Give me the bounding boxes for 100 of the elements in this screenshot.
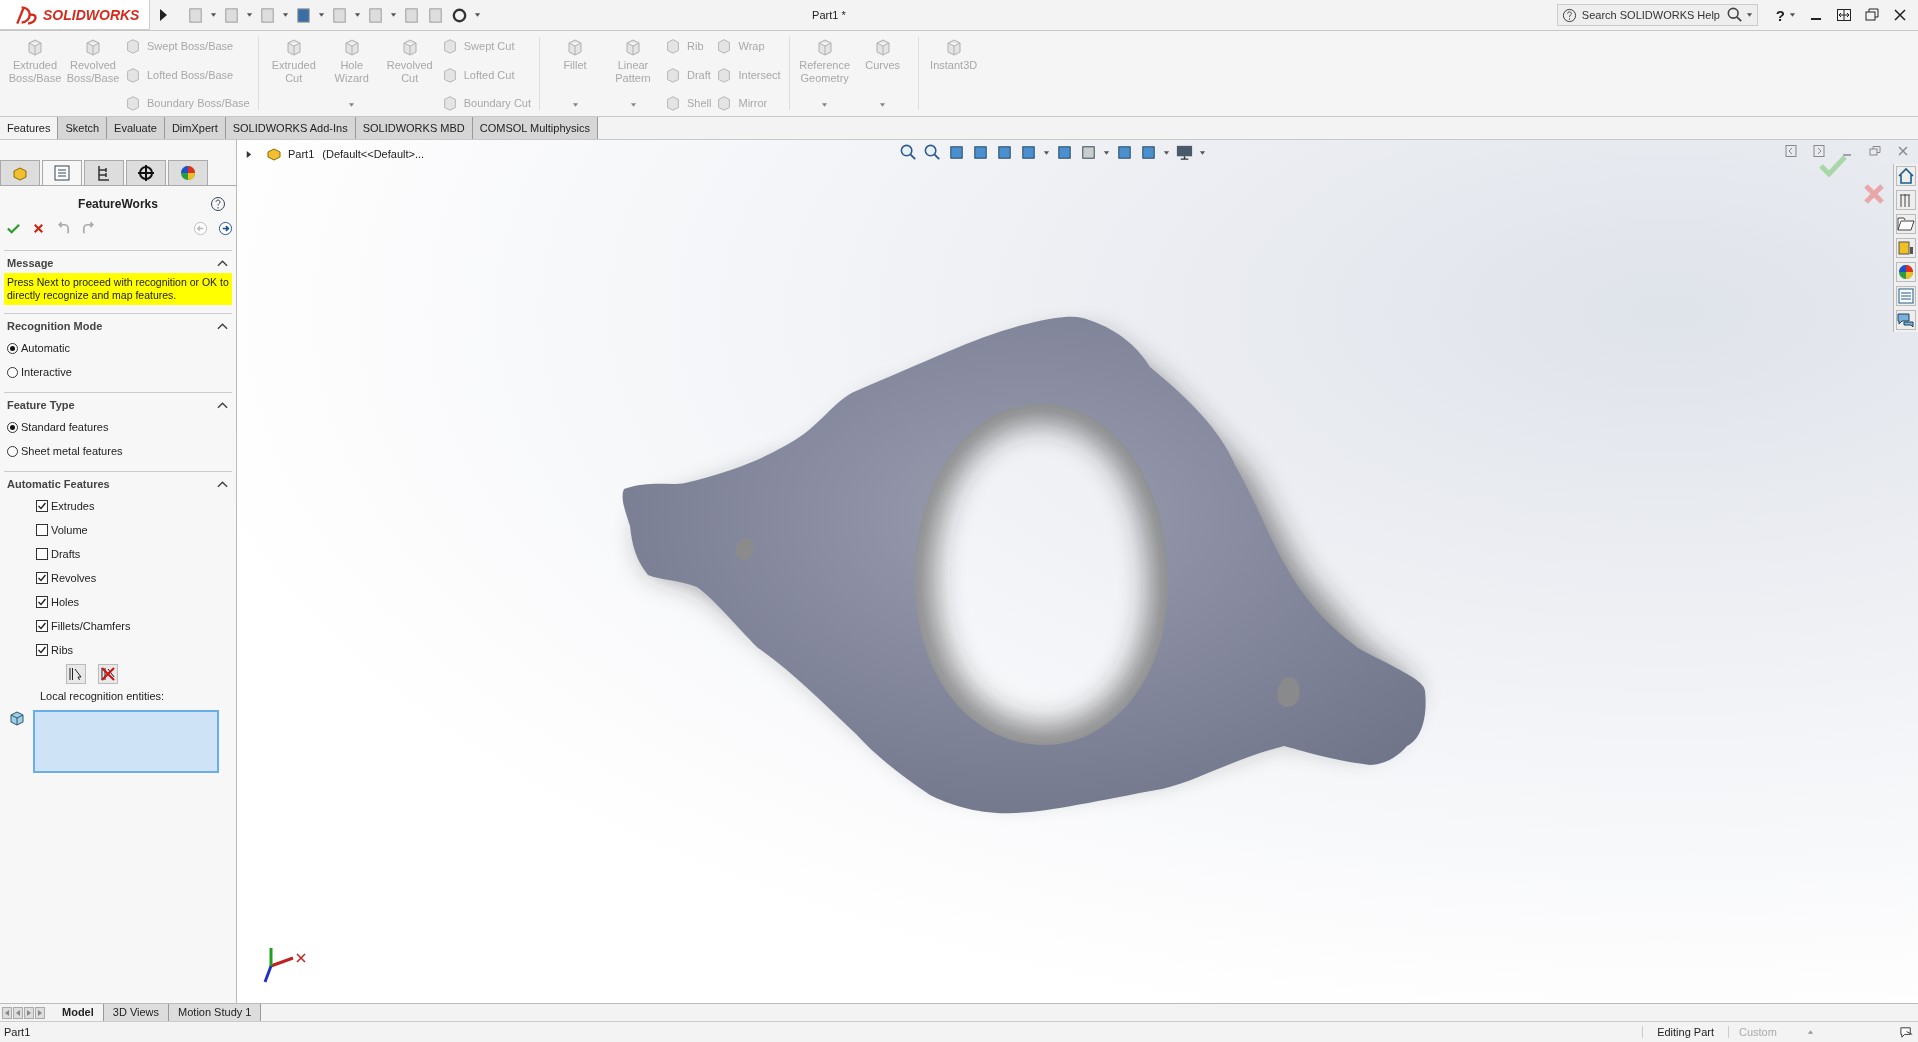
checkbox-label[interactable]: Holes	[51, 596, 80, 608]
command-tab[interactable]: SOLIDWORKS Add-Ins	[225, 117, 356, 139]
folder-icon[interactable]	[1896, 214, 1916, 234]
caret-icon[interactable]	[246, 12, 253, 18]
chat-icon[interactable]	[1896, 310, 1916, 330]
part-icon	[266, 146, 282, 162]
checkbox-label[interactable]: Volume	[51, 524, 88, 536]
message-box: Press Next to proceed with recognition or OK to directly recognize and map features.	[4, 273, 232, 305]
checkbox-label[interactable]: Ribs	[51, 644, 73, 656]
panel-title: FeatureWorks	[78, 197, 158, 211]
radio-button[interactable]	[7, 342, 18, 354]
model-tab[interactable]: Motion Study 1	[169, 1004, 262, 1021]
caret-icon[interactable]	[1745, 12, 1753, 18]
tile-windows-icon[interactable]	[1836, 7, 1852, 23]
caret-icon[interactable]	[1043, 149, 1050, 156]
list-icon	[52, 163, 72, 183]
panel-left-icon[interactable]	[1784, 144, 1798, 158]
caret-icon	[879, 102, 887, 108]
collapse-chevron-icon[interactable]	[217, 480, 228, 488]
panel-tab[interactable]	[126, 160, 166, 185]
command-tab[interactable]: DimXpert	[164, 117, 226, 139]
section-title: Automatic Features	[7, 478, 110, 490]
color-wheel-icon[interactable]	[1896, 262, 1916, 282]
caret-icon[interactable]	[1103, 149, 1110, 156]
caret-icon	[629, 102, 637, 108]
caret-icon[interactable]	[210, 12, 217, 18]
close-icon[interactable]	[1892, 7, 1908, 23]
help-icon[interactable]	[210, 196, 226, 212]
collapse-chevron-icon[interactable]	[217, 401, 228, 409]
tool-icon	[25, 37, 45, 57]
logo-text: SOLIDWORKS	[43, 6, 140, 23]
speech-bubble-icon[interactable]	[1899, 1024, 1914, 1040]
radio-label[interactable]: Automatic	[21, 342, 70, 354]
model-tab[interactable]: 3D Views	[103, 1004, 170, 1021]
checkbox-label[interactable]: Drafts	[51, 548, 81, 560]
checkbox-label[interactable]: Fillets/Chamfers	[51, 620, 131, 632]
crosshair-icon	[136, 163, 156, 183]
radio-label[interactable]: Standard features	[21, 421, 109, 433]
section-title: Message	[7, 257, 54, 269]
caret-icon[interactable]	[1199, 149, 1206, 156]
panel-right-icon[interactable]	[1812, 144, 1826, 158]
radio-button[interactable]	[7, 445, 18, 457]
command-tab[interactable]: SOLIDWORKS MBD	[355, 117, 473, 139]
tree-part-name[interactable]: Part1	[288, 148, 315, 160]
collapse-chevron-icon[interactable]	[217, 322, 228, 330]
checkbox-label[interactable]: Revolves	[51, 572, 97, 584]
home-icon[interactable]	[1896, 166, 1916, 186]
command-tab[interactable]: Sketch	[58, 117, 108, 139]
caret-icon	[571, 102, 579, 108]
select-entities-button[interactable]	[66, 664, 86, 684]
monitor-icon[interactable]	[1175, 143, 1194, 162]
selection-list-field[interactable]	[33, 710, 219, 773]
radio-button[interactable]	[7, 366, 18, 378]
help-menu[interactable]: ?	[1775, 6, 1785, 24]
caret-icon[interactable]	[474, 12, 481, 18]
expand-arrow-icon[interactable]	[245, 149, 252, 159]
tab-scroll-icon[interactable]	[2, 1006, 12, 1019]
command-tab[interactable]: Evaluate	[107, 117, 165, 139]
tab-scroll-icon[interactable]	[35, 1006, 45, 1019]
checkbox[interactable]	[36, 644, 48, 656]
restore-icon[interactable]	[1868, 144, 1882, 158]
caret-icon[interactable]	[390, 12, 397, 18]
checkbox[interactable]	[36, 572, 48, 584]
caret-icon[interactable]	[1163, 149, 1170, 156]
checkbox[interactable]	[36, 500, 48, 512]
checkbox[interactable]	[36, 596, 48, 608]
list-icon[interactable]	[1896, 286, 1916, 306]
tool-icon	[83, 37, 103, 57]
search-bar[interactable]: Search SOLIDWORKS Help	[1556, 4, 1758, 26]
caret-icon	[348, 102, 356, 108]
zoom-area-icon[interactable]	[923, 143, 942, 162]
window-title: Part1 *	[811, 9, 847, 21]
ds-logo-icon	[14, 3, 40, 26]
caret-icon[interactable]	[282, 12, 289, 18]
command-tab[interactable]: COMSOL Multiphysics	[472, 117, 598, 139]
expand-menu-icon[interactable]	[158, 8, 168, 22]
tool-icon	[623, 37, 643, 57]
checkbox[interactable]	[36, 524, 48, 536]
gallery-icon[interactable]	[1896, 238, 1916, 258]
radio-label[interactable]: Interactive	[21, 366, 72, 378]
caret-icon[interactable]	[1789, 12, 1796, 18]
caret-icon[interactable]	[318, 12, 325, 18]
tree-configuration: (Default<<Default>...	[322, 148, 425, 160]
checkbox[interactable]	[36, 548, 48, 560]
zoom-to-fit-icon[interactable]	[899, 143, 918, 162]
restore-icon[interactable]	[1864, 7, 1880, 23]
search-icon[interactable]	[1726, 7, 1743, 23]
tool-icon	[124, 94, 142, 112]
collapse-chevron-icon[interactable]	[217, 259, 228, 267]
confirm-checkmark-icon[interactable]	[1818, 154, 1848, 178]
tool-icon	[124, 65, 142, 84]
tab-scroll-icon[interactable]	[13, 1006, 23, 1019]
caret-icon[interactable]	[354, 12, 361, 18]
clear-selection-button[interactable]	[98, 664, 118, 684]
radio-button[interactable]	[7, 421, 18, 433]
solidworks-logo[interactable]: SOLIDWORKS	[0, 0, 150, 30]
radio-label[interactable]: Sheet metal features	[21, 445, 123, 457]
tab-scroll-icon[interactable]	[24, 1006, 34, 1019]
checkbox-label[interactable]: Extrudes	[51, 500, 95, 512]
checkbox[interactable]	[36, 620, 48, 632]
